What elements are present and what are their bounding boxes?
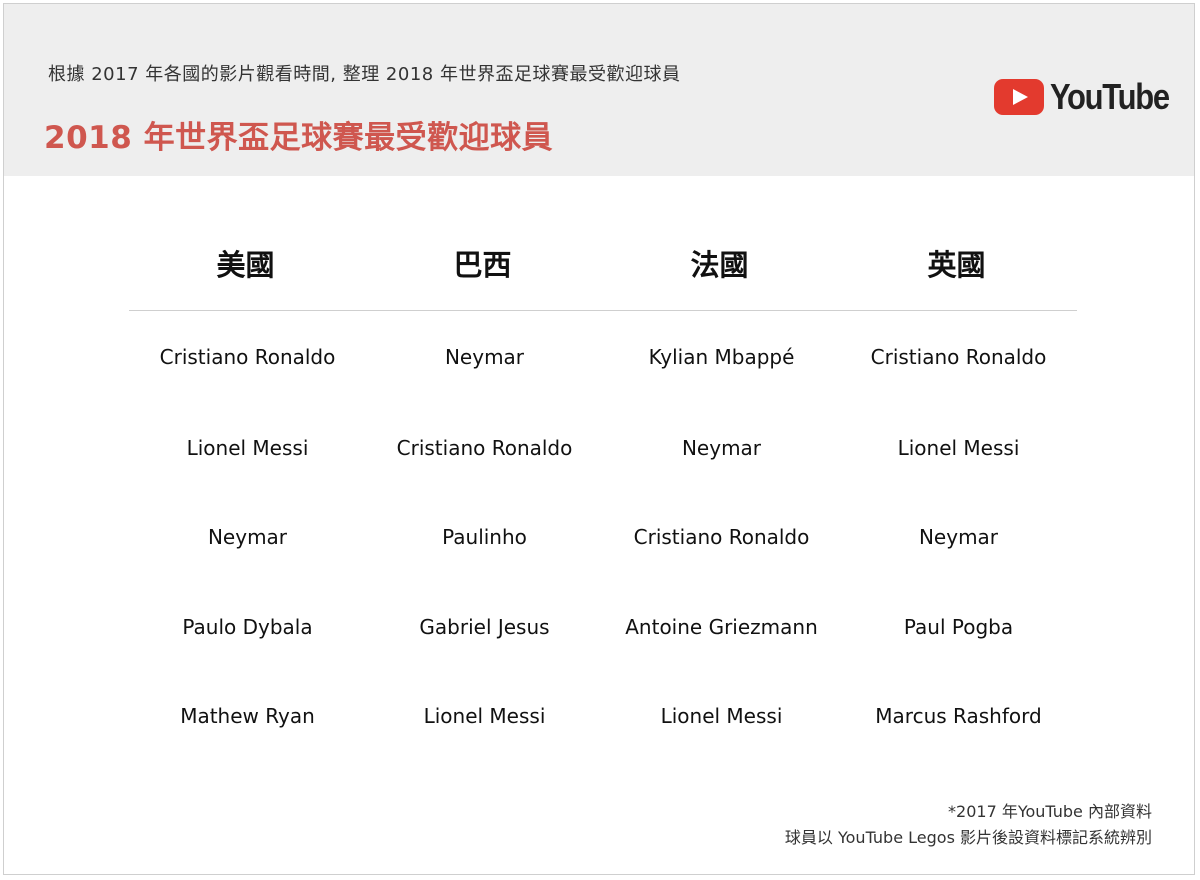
page-title: 2018 年世界盃足球賽最受歡迎球員 <box>44 120 554 156</box>
footnote-method: 球員以 YouTube Legos 影片後設資料標記系統辨別 <box>784 828 1152 847</box>
table-cell: Antoine Griezmann <box>625 614 818 639</box>
players-table: 美國 巴西 法國 英國 Cristiano Ronaldo Neymar Kyl… <box>129 234 1077 761</box>
table-cell: Paul Pogba <box>903 614 1014 639</box>
table-cell: Marcus Rashford <box>875 704 1042 729</box>
table-cell: Lionel Messi <box>186 435 309 460</box>
infographic-card: 根據 2017 年各國的影片觀看時間, 整理 2018 年世界盃足球賽最受歡迎球… <box>3 3 1195 875</box>
table-row: Paulo Dybala Gabriel Jesus Antoine Griez… <box>129 582 1077 672</box>
table-body: Cristiano Ronaldo Neymar Kylian Mbappé C… <box>129 311 1077 761</box>
table-cell: Neymar <box>207 525 288 550</box>
table-row: Mathew Ryan Lionel Messi Lionel Messi Ma… <box>129 672 1077 762</box>
youtube-play-icon <box>994 79 1044 115</box>
table-cell: Lionel Messi <box>897 435 1020 460</box>
header-banner: 根據 2017 年各國的影片觀看時間, 整理 2018 年世界盃足球賽最受歡迎球… <box>4 4 1194 176</box>
table-cell: Lionel Messi <box>660 704 783 729</box>
table-cell: Gabriel Jesus <box>419 614 550 639</box>
youtube-wordmark: YouTube <box>1050 76 1170 117</box>
youtube-logo: YouTube <box>994 76 1188 118</box>
table-cell: Kylian Mbappé <box>648 345 795 369</box>
table-cell: Neymar <box>444 345 525 369</box>
table-cell: Paulinho <box>442 525 527 550</box>
table-cell: Cristiano Ronaldo <box>159 345 336 369</box>
table-row: Lionel Messi Cristiano Ronaldo Neymar Li… <box>129 403 1077 493</box>
footnote-source: *2017 年YouTube 內部資料 <box>948 802 1152 821</box>
column-header-usa: 美國 <box>216 248 275 282</box>
table-row: Neymar Paulinho Cristiano Ronaldo Neymar <box>129 493 1077 583</box>
table-cell: Paulo Dybala <box>182 614 313 639</box>
column-header-uk: 英國 <box>927 248 986 282</box>
table-row: Cristiano Ronaldo Neymar Kylian Mbappé C… <box>129 311 1077 403</box>
table-cell: Lionel Messi <box>423 704 546 729</box>
table-cell: Mathew Ryan <box>180 704 315 729</box>
column-header-france: 法國 <box>690 248 749 282</box>
table-cell: Cristiano Ronaldo <box>870 345 1047 369</box>
table-cell: Neymar <box>681 435 762 460</box>
table-cell: Cristiano Ronaldo <box>633 525 810 550</box>
table-header: 美國 巴西 法國 英國 <box>129 234 1077 311</box>
table-cell: Cristiano Ronaldo <box>396 435 573 460</box>
table-cell: Neymar <box>918 525 999 550</box>
subtitle: 根據 2017 年各國的影片觀看時間, 整理 2018 年世界盃足球賽最受歡迎球… <box>48 64 681 85</box>
footnote: *2017 年YouTube 內部資料 球員以 YouTube Legos 影片… <box>785 799 1152 851</box>
column-header-brazil: 巴西 <box>453 248 512 282</box>
